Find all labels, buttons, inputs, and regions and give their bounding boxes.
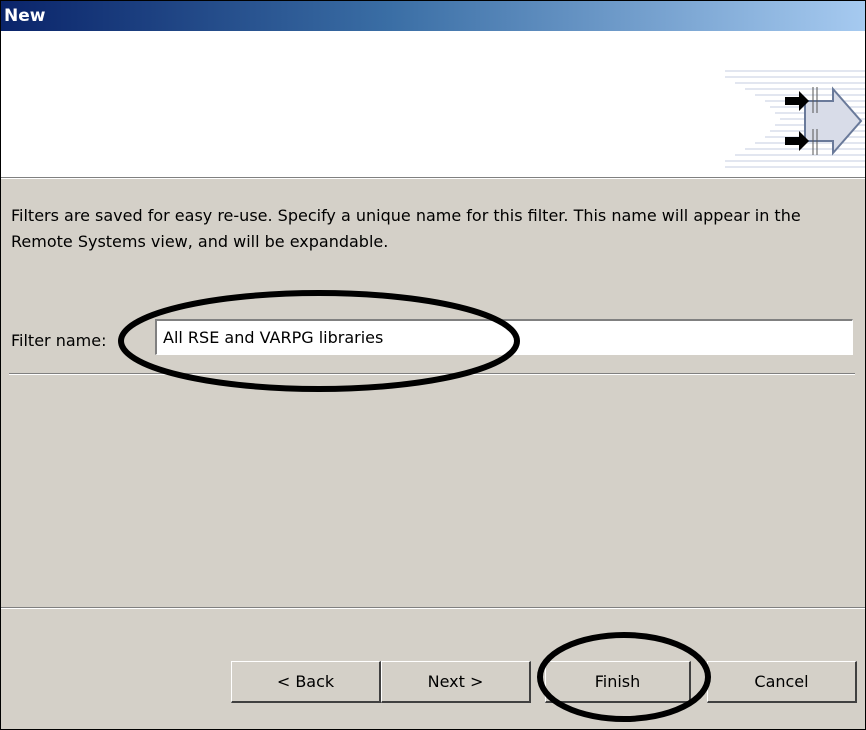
wizard-description: Filters are saved for easy re-use. Speci… xyxy=(11,206,801,251)
back-button[interactable]: < Back xyxy=(231,661,381,703)
next-button[interactable]: Next > xyxy=(381,661,531,703)
finish-button[interactable]: Finish xyxy=(545,661,691,703)
window-title: New xyxy=(4,6,46,26)
banner-separator xyxy=(1,178,865,179)
cancel-button[interactable]: Cancel xyxy=(707,661,857,703)
new-wizard-dialog: New Filters are saved for easy re-use. S… xyxy=(0,0,866,730)
title-bar[interactable]: New xyxy=(1,1,865,31)
wizard-arrows-icon xyxy=(785,86,863,156)
group-separator xyxy=(9,373,855,375)
filter-name-label: Filter name: xyxy=(11,331,107,350)
filter-name-input[interactable] xyxy=(155,319,853,355)
button-bar-separator xyxy=(1,607,865,609)
wizard-banner xyxy=(1,31,865,178)
